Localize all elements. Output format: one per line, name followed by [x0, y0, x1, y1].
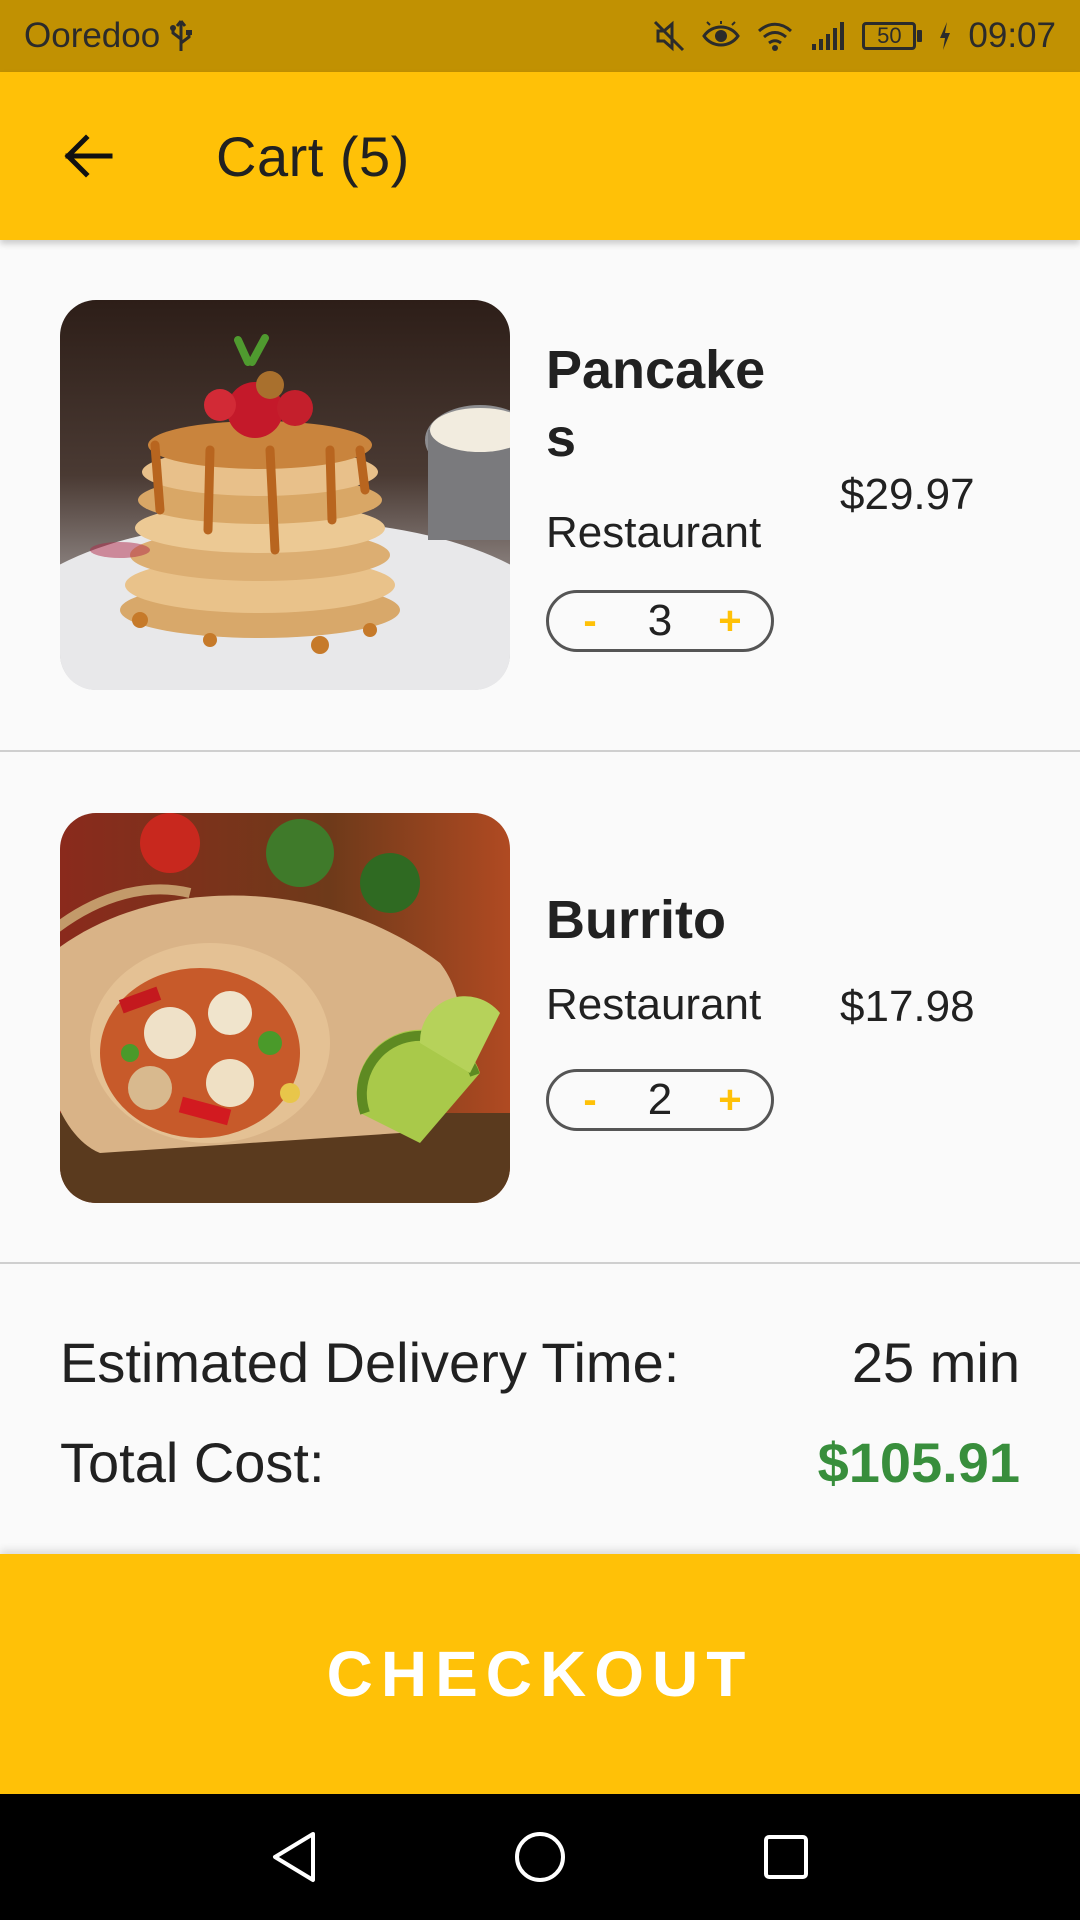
eye-icon	[702, 21, 741, 51]
mute-icon	[652, 19, 686, 53]
cart-item: Pancakes Restaurant - 3 + $29.97	[0, 240, 1080, 752]
nav-recents-button[interactable]	[756, 1827, 816, 1887]
app-bar: Cart (5)	[0, 72, 1080, 240]
usb-icon	[168, 19, 194, 53]
nav-home-button[interactable]	[510, 1827, 570, 1887]
increment-button[interactable]: +	[715, 1080, 745, 1120]
total-cost-value: $105.91	[817, 1431, 1020, 1494]
nav-recents-icon	[764, 1835, 808, 1879]
decrement-button[interactable]: -	[575, 1080, 605, 1120]
increment-button[interactable]: +	[715, 601, 745, 641]
system-nav-bar	[0, 1794, 1080, 1920]
item-name: Burrito	[546, 890, 726, 950]
item-restaurant: Restaurant	[546, 508, 762, 557]
food-image-burrito	[60, 813, 510, 1203]
status-bar: Ooredoo 50 09:07	[0, 0, 1080, 72]
cart-item: Burrito Restaurant - 2 + $17.98	[0, 752, 1080, 1264]
page-title: Cart (5)	[216, 125, 410, 188]
item-restaurant: Restaurant	[546, 980, 762, 1029]
nav-home-icon	[515, 1832, 565, 1882]
clock: 09:07	[968, 16, 1056, 55]
delivery-time-label: Estimated Delivery Time:	[60, 1331, 680, 1394]
item-price: $17.98	[840, 982, 975, 1031]
quantity-value: 3	[647, 596, 673, 645]
checkout-label: CHECKOUT	[326, 1638, 754, 1710]
arrow-left-icon	[64, 134, 113, 178]
nav-back-button[interactable]	[264, 1827, 324, 1887]
back-button[interactable]	[54, 122, 122, 190]
delivery-time-value: 25 min	[851, 1331, 1020, 1394]
battery-tip	[917, 30, 923, 42]
carrier-name: Ooredoo	[24, 16, 161, 55]
wifi-icon	[756, 20, 794, 52]
food-image-pancakes	[60, 300, 510, 690]
quantity-value: 2	[647, 1075, 673, 1124]
delivery-time-row: Estimated Delivery Time: 25 min	[60, 1330, 1020, 1395]
quantity-stepper: - 2 +	[546, 1069, 774, 1131]
checkout-button[interactable]: CHECKOUT	[0, 1554, 1080, 1794]
status-left: Ooredoo	[24, 16, 194, 56]
nav-back-icon	[273, 1832, 315, 1882]
item-price: $29.97	[840, 470, 975, 519]
decrement-button[interactable]: -	[575, 601, 605, 641]
quantity-stepper: - 3 +	[546, 590, 774, 652]
signal-icon	[810, 20, 846, 52]
status-right: 50 09:07	[652, 16, 1056, 56]
battery-indicator: 50	[862, 22, 923, 50]
total-cost-label: Total Cost:	[60, 1431, 325, 1494]
item-name: Pancakes	[546, 340, 766, 468]
battery-level: 50	[862, 22, 917, 50]
charging-icon	[938, 21, 952, 51]
total-cost-row: Total Cost: $105.91	[60, 1430, 1020, 1495]
